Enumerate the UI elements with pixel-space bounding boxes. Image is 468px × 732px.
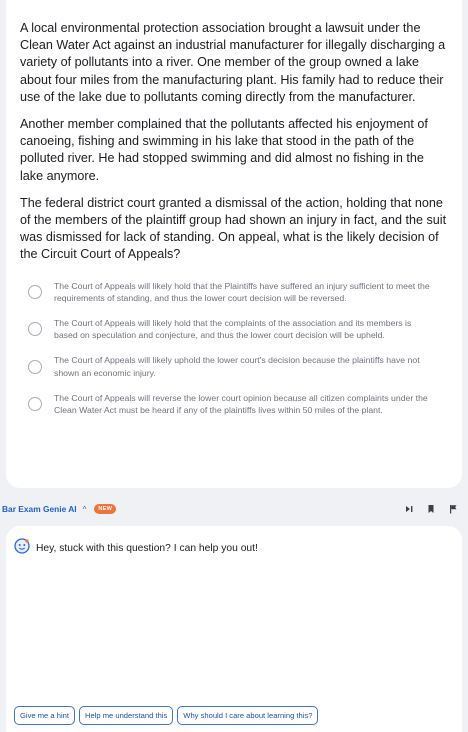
answer-option-text: The Court of Appeals will reverse the lo… [54, 392, 428, 416]
bookmark-icon[interactable] [426, 504, 436, 514]
radio-button[interactable] [28, 284, 42, 299]
question-paragraph: Another member complained that the pollu… [20, 117, 428, 183]
answer-option-d[interactable]: The Court of Appeals will reverse the lo… [20, 392, 448, 416]
answer-option-c[interactable]: The Court of Appeals will likely uphold … [20, 354, 448, 378]
answer-option-a[interactable]: The Court of Appeals will likely hold th… [20, 280, 448, 304]
radio-button[interactable] [28, 397, 42, 412]
ai-greeting-row: Hey, stuck with this question? I can hel… [14, 538, 258, 559]
answer-option-b[interactable]: The Court of Appeals will likely hold th… [20, 317, 448, 341]
answer-options: The Court of Appeals will likely hold th… [20, 280, 448, 417]
why-care-chip[interactable]: Why should I care about learning this? [177, 706, 319, 725]
radio-button[interactable] [28, 359, 42, 374]
suggestion-chips: Give me a hint Help me understand this W… [14, 706, 319, 725]
question-stem: A local environmental protection associa… [20, 20, 448, 264]
answer-option-text: The Court of Appeals will likely hold th… [54, 318, 412, 341]
ai-assistant-title[interactable]: Bar Exam Genie AI [2, 504, 77, 514]
skip-icon[interactable] [404, 504, 414, 514]
answer-option-text: The Court of Appeals will likely hold th… [54, 280, 430, 303]
question-paragraph: The federal district court granted a dis… [20, 195, 447, 262]
answer-option-text: The Court of Appeals will likely uphold … [54, 355, 420, 378]
radio-button[interactable] [28, 322, 42, 337]
ai-chat-panel: Hey, stuck with this question? I can hel… [6, 526, 462, 732]
question-card: A local environmental protection associa… [6, 0, 462, 488]
flag-icon[interactable] [448, 504, 458, 514]
help-understand-chip[interactable]: Help me understand this [78, 706, 174, 725]
collapse-caret-icon[interactable]: ^ [83, 505, 87, 514]
new-badge: NEW [94, 504, 117, 514]
question-toolbar [404, 498, 458, 520]
ai-assistant-header: Bar Exam Genie AI ^ NEW [0, 498, 468, 520]
ai-greeting-message: Hey, stuck with this question? I can hel… [36, 543, 258, 554]
question-paragraph: A local environmental protection associa… [20, 21, 446, 104]
give-hint-chip[interactable]: Give me a hint [14, 706, 75, 725]
bot-face-icon [14, 538, 30, 559]
